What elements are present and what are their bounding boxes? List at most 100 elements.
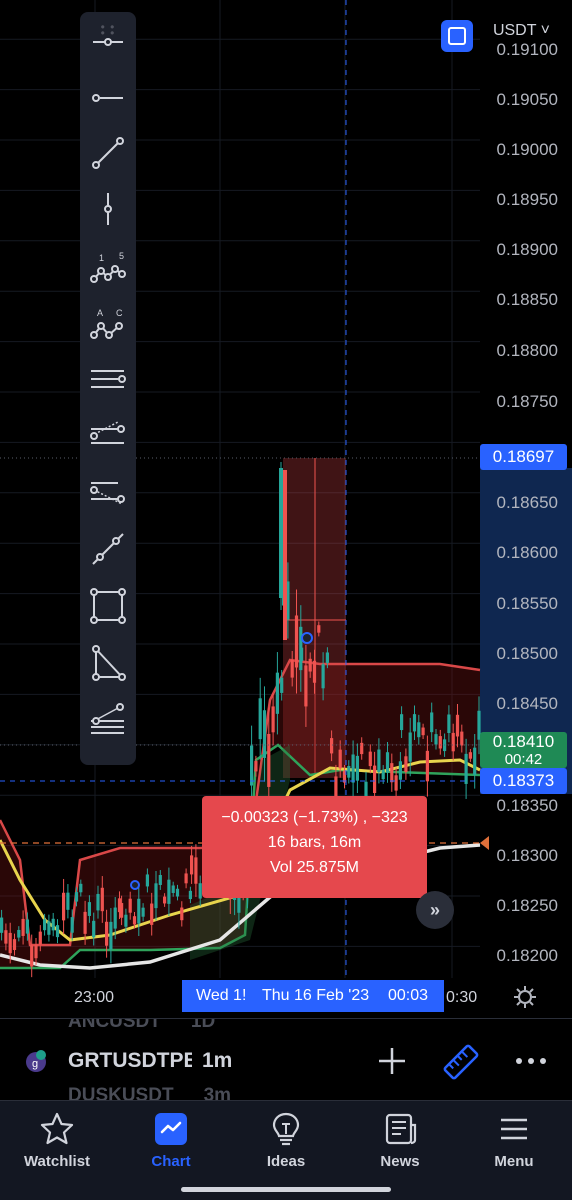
candle-body	[128, 898, 132, 913]
symbol-name[interactable]: GRTUSDTPERP	[68, 1049, 192, 1073]
candle-body	[171, 885, 175, 893]
auto-scale-icon[interactable]	[441, 20, 473, 52]
candle-body	[43, 919, 47, 931]
candle-body	[51, 918, 55, 931]
xabcd-pattern-icon[interactable]: 15	[88, 246, 128, 286]
crosshair-price-tag: 0.18373	[480, 768, 567, 794]
measure-volume: Vol 25.875M	[270, 859, 359, 876]
parallel-lines-icon[interactable]	[88, 359, 128, 399]
candle-body	[141, 907, 145, 917]
candle-body	[438, 736, 442, 749]
candle-body	[4, 930, 8, 944]
price-axis-label: 0.18350	[496, 796, 558, 815]
plus-icon[interactable]	[376, 1045, 408, 1077]
svg-text:g: g	[32, 1058, 38, 1070]
currency-selector[interactable]: USDT ˅	[493, 22, 550, 40]
price-axis-label: 0.19050	[496, 90, 558, 109]
nav-watchlist[interactable]: Watchlist	[7, 1109, 107, 1179]
fib-retracement-icon[interactable]	[88, 699, 128, 739]
nav-news[interactable]: News	[350, 1109, 450, 1179]
price-axis-label: 0.18900	[496, 240, 558, 259]
ray-icon[interactable]	[88, 78, 128, 118]
candle-body	[34, 944, 38, 959]
candle-body	[25, 919, 29, 934]
candle-body	[250, 745, 254, 786]
nav-chart[interactable]: Chart	[121, 1109, 221, 1179]
candle-body	[294, 615, 299, 668]
drawing-toolbar[interactable]: • • • • 15AC	[80, 12, 136, 765]
candle-body	[330, 738, 334, 754]
candle-body	[267, 733, 271, 787]
scroll-to-realtime-button[interactable]: »	[416, 891, 454, 929]
svg-text:A: A	[97, 308, 103, 318]
candle-body	[430, 712, 434, 733]
candle-body	[394, 775, 398, 791]
settings-icon[interactable]	[513, 985, 537, 1009]
trend-line-icon[interactable]	[88, 133, 128, 173]
candle-body	[163, 896, 167, 904]
nav-menu[interactable]: Menu	[464, 1109, 564, 1179]
candle-body	[30, 945, 34, 967]
candle-body	[390, 763, 394, 783]
chart-area[interactable]: 0.19100 0.19050 0.19000 0.18950 0.18900 0.188…	[0, 0, 572, 1018]
measure-tooltip: −0.00323 (−1.73%) , −323 16 bars, 16m Vo…	[202, 796, 427, 898]
candle-body	[167, 879, 171, 904]
candle-body	[100, 887, 104, 912]
candle-body	[312, 660, 317, 683]
measure-change: −0.00323 (−1.73%) , −323	[221, 809, 408, 826]
abcd-pattern-icon[interactable]: AC	[88, 303, 128, 343]
candle-body	[132, 916, 137, 925]
candle-body	[377, 749, 381, 773]
candle-body	[280, 677, 284, 693]
nav-label: Menu	[494, 1153, 534, 1170]
candle-body	[258, 698, 262, 740]
price-axis-label: 0.18450	[496, 694, 558, 713]
interval-selector[interactable]: 1m	[202, 1049, 232, 1073]
vertical-line-icon[interactable]	[88, 189, 128, 229]
candle-body	[79, 883, 83, 893]
bar-countdown: 00:42	[504, 751, 543, 768]
candle-body	[120, 903, 124, 918]
candle-body	[451, 732, 455, 752]
candle-body	[180, 907, 184, 921]
crosshair-time-start: Wed 1!	[196, 987, 247, 1004]
price-axis-label: 0.18850	[496, 290, 558, 309]
candle-body	[468, 752, 472, 759]
more-icon[interactable]	[514, 1045, 548, 1077]
high-price-tag: 0.18697	[480, 444, 567, 470]
time-label: 0:30	[446, 989, 478, 1006]
candle-body	[87, 902, 91, 916]
price-axis-label: 0.18800	[496, 341, 558, 360]
candle-body	[262, 710, 267, 758]
nav-ideas[interactable]: Ideas	[236, 1109, 336, 1179]
candle-body	[12, 939, 17, 951]
candle-body	[460, 731, 464, 746]
horizontal-ray-icon[interactable]	[88, 22, 128, 62]
extended-line-icon[interactable]	[88, 529, 128, 569]
nav-label: News	[380, 1153, 420, 1170]
candle-body	[373, 765, 377, 794]
candle-body	[62, 892, 66, 921]
candle-body	[290, 659, 294, 678]
symbol-bar: ANCUSDT1D DUSKUSDT3m g GRTUSDTPERP 1m	[0, 1018, 572, 1100]
triangle-icon[interactable]	[88, 643, 128, 683]
candle-body	[398, 761, 402, 780]
price-axis-label: 0.18200	[496, 946, 558, 965]
rectangle-icon[interactable]	[88, 586, 128, 626]
gann-fan-icon[interactable]	[88, 472, 128, 512]
measure-bars: 16 bars, 16m	[267, 834, 362, 851]
candle-body	[400, 714, 404, 731]
price-axis-label: 0.18750	[496, 392, 558, 411]
price-axis-label: 0.19000	[496, 140, 558, 159]
measure-anchor	[301, 632, 313, 644]
candle-body	[347, 765, 351, 778]
candle-body	[271, 706, 275, 733]
menu-icon	[501, 1118, 527, 1140]
candle-body	[325, 652, 329, 663]
pitchfork-icon[interactable]	[88, 415, 128, 455]
candle-body	[66, 892, 70, 910]
ruler-icon[interactable]	[442, 1043, 480, 1081]
candle-body	[473, 747, 477, 775]
candle-body	[113, 907, 117, 929]
candle-body	[109, 921, 113, 950]
